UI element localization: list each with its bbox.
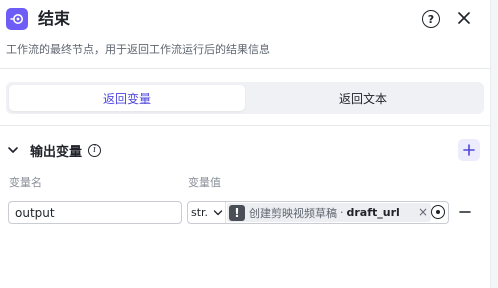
divider xyxy=(0,125,490,126)
variable-value-column-label: 变量值 xyxy=(188,176,221,189)
target-icon[interactable] xyxy=(431,205,445,219)
help-icon[interactable]: ? xyxy=(422,10,440,28)
reference-separator: · xyxy=(340,206,344,219)
end-node-icon xyxy=(6,8,28,30)
scrollbar[interactable] xyxy=(490,0,498,288)
warning-icon: ! xyxy=(229,204,245,221)
minus-icon xyxy=(459,211,471,213)
output-section-header[interactable]: 输出变量 i xyxy=(6,140,102,160)
variable-name-column-label: 变量名 xyxy=(9,176,42,189)
plus-icon xyxy=(463,144,475,156)
chevron-down-icon xyxy=(213,208,223,218)
variable-name-input[interactable] xyxy=(8,201,182,224)
info-icon[interactable]: i xyxy=(88,143,102,157)
reference-variable-name: draft_url xyxy=(346,206,400,219)
reference-node-name: 创建剪映视频草稿 xyxy=(249,206,337,220)
type-select-value: str. xyxy=(191,206,209,219)
clear-reference-button[interactable]: × xyxy=(418,204,428,220)
node-title: 结束 xyxy=(38,9,71,28)
variable-reference-tag[interactable]: ! 创建剪映视频草稿 · draft_url × xyxy=(227,203,431,222)
node-description: 工作流的最终节点，用于返回工作流运行后的结果信息 xyxy=(6,43,270,56)
add-variable-button[interactable] xyxy=(458,139,480,161)
close-icon[interactable] xyxy=(454,8,474,28)
remove-variable-button[interactable] xyxy=(457,204,473,220)
divider xyxy=(0,68,490,69)
tab-return-text[interactable]: 返回文本 xyxy=(245,85,481,111)
panel-header: 结束 ? xyxy=(0,0,490,40)
tab-return-variables[interactable]: 返回变量 xyxy=(9,85,245,111)
return-mode-tabs: 返回变量 返回文本 xyxy=(6,82,484,114)
end-node-panel: 结束 ? 工作流的最终节点，用于返回工作流运行后的结果信息 返回变量 返回文本 … xyxy=(0,0,490,288)
type-select[interactable]: str. xyxy=(188,202,226,223)
chevron-down-icon[interactable] xyxy=(6,143,20,157)
variable-value-field: str. ! 创建剪映视频草稿 · draft_url × xyxy=(187,201,449,224)
section-title: 输出变量 xyxy=(30,144,83,160)
